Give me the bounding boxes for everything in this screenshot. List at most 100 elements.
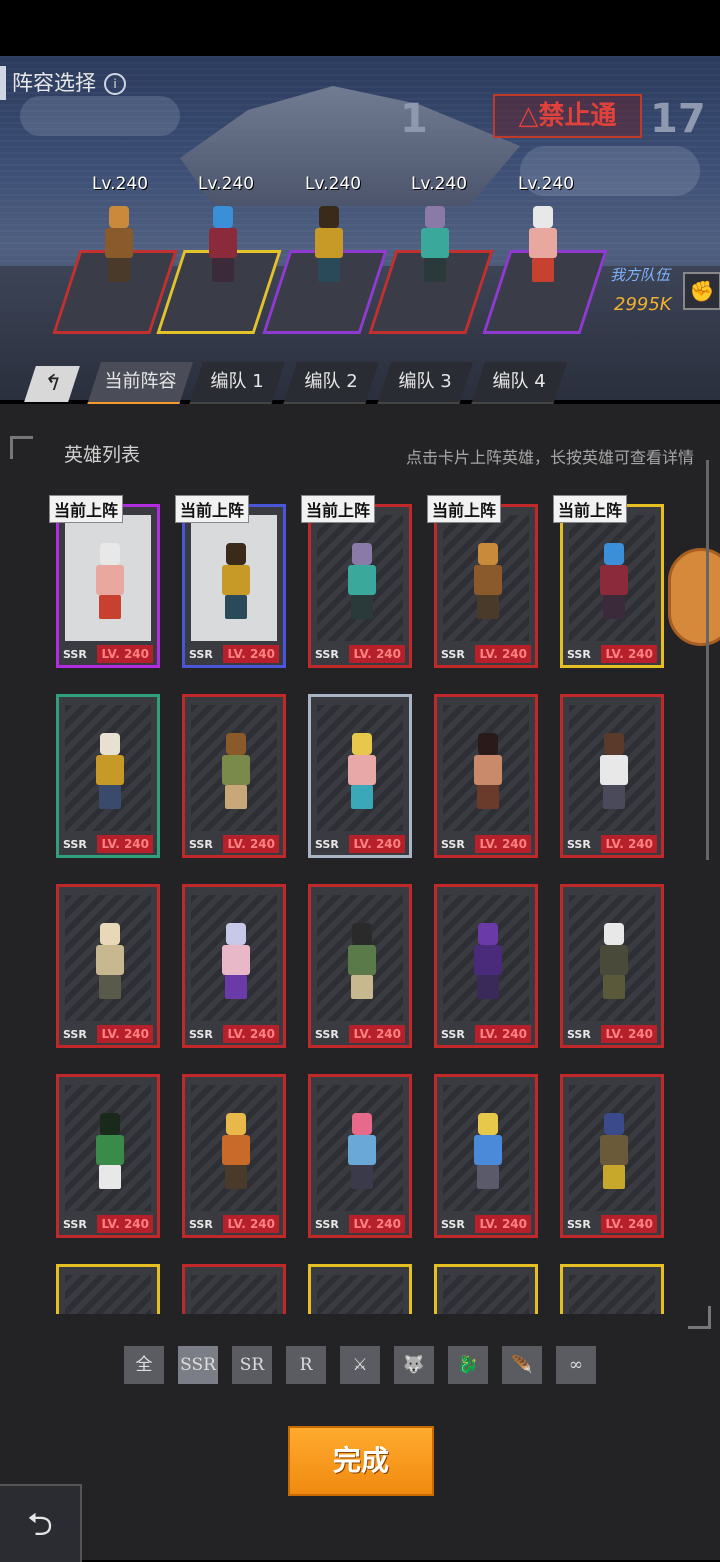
tab-team-1[interactable]: 编队 1	[189, 362, 285, 405]
tab-current[interactable]: 当前阵容	[87, 362, 193, 405]
hero-sprite	[87, 1113, 133, 1191]
tab-team-3[interactable]: 编队 3	[377, 362, 473, 405]
hero-sprite	[213, 1113, 259, 1191]
hero-card[interactable]: SSR LV. 240	[182, 884, 286, 1048]
hero-card[interactable]: SSR LV. 240	[56, 884, 160, 1048]
card-level: LV. 240	[601, 1215, 657, 1233]
hero-card[interactable]: SSR LV. 240	[308, 1074, 412, 1238]
hero-sprite	[96, 206, 142, 284]
hero-card[interactable]: 当前上阵 SSR LV. 240	[427, 495, 538, 668]
rarity-label: SSR	[63, 838, 87, 851]
card-art	[569, 1275, 655, 1314]
rarity-label: SSR	[315, 648, 339, 661]
hero-sprite	[213, 733, 259, 811]
card-level: LV. 240	[349, 1025, 405, 1043]
faction-4-icon[interactable]: 🪶	[502, 1346, 542, 1384]
card-art	[443, 1275, 529, 1314]
filter-sr[interactable]: SR	[232, 1346, 272, 1384]
hero-card[interactable]: SSR LV. 240	[560, 694, 664, 858]
hero-card[interactable]	[182, 1264, 286, 1314]
hero-sprite	[465, 733, 511, 811]
rarity-label: SSR	[315, 1218, 339, 1231]
card-level: LV. 240	[349, 645, 405, 663]
rarity-label: SSR	[567, 648, 591, 661]
hero-card[interactable]: SSR LV. 240	[308, 884, 412, 1048]
hero-card[interactable]	[560, 1264, 664, 1314]
faction-2-icon[interactable]: 🐺	[394, 1346, 434, 1384]
rarity-label: SSR	[189, 648, 213, 661]
hero-card[interactable]: SSR LV. 240	[560, 1074, 664, 1238]
hero-card[interactable]	[308, 1264, 412, 1314]
hero-card[interactable]: 当前上阵 SSR LV. 240	[175, 495, 286, 668]
hero-sprite	[591, 1113, 637, 1191]
hero-grid[interactable]: 当前上阵 SSR LV. 240 当前上阵 SSR LV. 240 当前上阵 S…	[40, 494, 680, 1314]
tab-team-4[interactable]: 编队 4	[471, 362, 567, 405]
status-bar-area	[0, 0, 720, 56]
back-button[interactable]: ⮌	[0, 1484, 82, 1562]
card-art	[317, 1275, 403, 1314]
scene-number: 1	[400, 96, 428, 142]
hero-card[interactable]: SSR LV. 240	[560, 884, 664, 1048]
current-badge: 当前上阵	[301, 495, 376, 523]
rarity-label: SSR	[189, 1218, 213, 1231]
hero-card[interactable]: SSR LV. 240	[434, 884, 538, 1048]
rarity-label: SSR	[63, 1218, 87, 1231]
hero-sprite	[339, 923, 385, 1001]
hero-list-hint: 点击卡片上阵英雄，长按英雄可查看详情	[405, 448, 694, 467]
page-title-text: 阵容选择	[12, 71, 96, 95]
slot-level-2: Lv.240	[197, 174, 255, 194]
hero-sprite	[87, 543, 133, 621]
tab-label: 编队 3	[398, 371, 453, 392]
hero-sprite	[520, 206, 566, 284]
hero-sprite	[87, 923, 133, 1001]
card-level: LV. 240	[223, 1215, 279, 1233]
rarity-label: SSR	[63, 648, 87, 661]
tab-team-2[interactable]: 编队 2	[283, 362, 379, 405]
hero-sprite	[591, 923, 637, 1001]
hero-sprite	[591, 543, 637, 621]
team-label: 我方队伍	[610, 266, 671, 284]
hero-card[interactable]: SSR LV. 240	[56, 1074, 160, 1238]
hero-card[interactable]: SSR LV. 240	[434, 1074, 538, 1238]
tab-label: 编队 2	[304, 371, 359, 392]
hero-sprite	[465, 1113, 511, 1191]
faction-5-icon[interactable]: ∞	[556, 1346, 596, 1384]
hero-card[interactable]: SSR LV. 240	[434, 694, 538, 858]
card-level: LV. 240	[97, 1215, 153, 1233]
hero-sprite	[339, 543, 385, 621]
filter-ssr[interactable]: SSR	[178, 1346, 218, 1384]
hero-card[interactable]: 当前上阵 SSR LV. 240	[301, 495, 412, 668]
hero-card[interactable]	[434, 1264, 538, 1314]
hero-card[interactable]: SSR LV. 240	[182, 1074, 286, 1238]
card-art	[191, 1275, 277, 1314]
hero-sprite	[213, 923, 259, 1001]
scene-number: 17	[650, 96, 706, 142]
done-button[interactable]: 完成	[288, 1426, 434, 1496]
formation-tabs: 当前阵容 编队 1 编队 2 编队 3 编队 4	[0, 362, 720, 405]
rarity-label: SSR	[567, 1218, 591, 1231]
tab-label: 当前阵容	[104, 371, 177, 392]
scrollbar[interactable]	[706, 460, 709, 860]
hero-card[interactable]: SSR LV. 240	[182, 694, 286, 858]
faction-1-icon[interactable]: ⚔	[340, 1346, 380, 1384]
faction-3-icon[interactable]: 🐉	[448, 1346, 488, 1384]
hero-card[interactable]: 当前上阵 SSR LV. 240	[49, 495, 160, 668]
slot-level-1: Lv.240	[91, 174, 149, 194]
filter-r[interactable]: R	[286, 1346, 326, 1384]
hero-card[interactable]	[56, 1264, 160, 1314]
hero-card[interactable]: 当前上阵 SSR LV. 240	[553, 495, 664, 668]
filter-all[interactable]: 全	[124, 1346, 164, 1384]
side-hero-avatar[interactable]	[668, 548, 720, 646]
tab-label: 编队 1	[210, 371, 265, 392]
slot-level-4: Lv.240	[410, 174, 468, 194]
current-badge: 当前上阵	[49, 495, 124, 523]
info-icon[interactable]: i	[104, 73, 126, 95]
fist-icon[interactable]: ✊	[683, 272, 720, 310]
rarity-label: SSR	[63, 1028, 87, 1041]
hero-card[interactable]: SSR LV. 240	[56, 694, 160, 858]
hero-card[interactable]: SSR LV. 240	[308, 694, 412, 858]
hero-sprite	[339, 1113, 385, 1191]
hero-list-title: 英雄列表	[64, 444, 141, 466]
card-art	[65, 1275, 151, 1314]
hero-sprite	[591, 733, 637, 811]
